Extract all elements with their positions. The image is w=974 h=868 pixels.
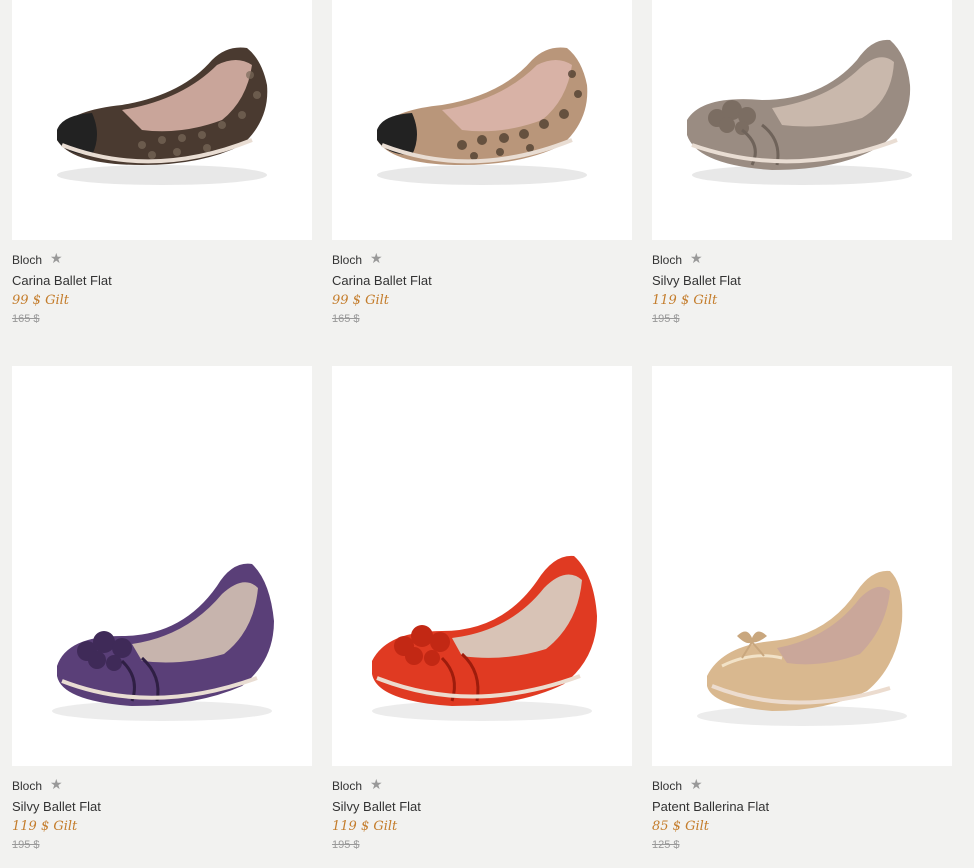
favorite-star-icon[interactable]: ★: [50, 251, 63, 265]
product-name[interactable]: Silvy Ballet Flat: [12, 798, 312, 816]
sale-price: 119 $ Gilt: [652, 293, 718, 308]
sale-price: 119 $ Gilt: [332, 819, 398, 834]
favorite-star-icon[interactable]: ★: [690, 251, 703, 265]
brand-name: Bloch: [12, 253, 43, 267]
original-price: 125 $: [652, 839, 680, 851]
product-image[interactable]: [652, 0, 952, 240]
product-card[interactable]: Bloch ★ Carina Ballet Flat 99 $ Gilt 165…: [332, 0, 632, 326]
product-name[interactable]: Carina Ballet Flat: [332, 272, 632, 290]
sale-price: 99 $ Gilt: [332, 293, 390, 308]
sale-price: 119 $ Gilt: [12, 819, 78, 834]
original-price: 165 $: [12, 313, 40, 325]
grey-suede-shoe-image: [687, 39, 912, 185]
product-name[interactable]: Patent Ballerina Flat: [652, 798, 952, 816]
product-card[interactable]: Bloch ★ Silvy Ballet Flat 119 $ Gilt 195…: [12, 366, 312, 852]
brand-name: Bloch: [332, 779, 363, 793]
original-price: 195 $: [332, 839, 360, 851]
product-card[interactable]: Bloch ★ Silvy Ballet Flat 119 $ Gilt 195…: [332, 366, 632, 852]
product-name[interactable]: Silvy Ballet Flat: [332, 798, 632, 816]
product-name[interactable]: Silvy Ballet Flat: [652, 272, 952, 290]
product-image[interactable]: [12, 366, 312, 766]
product-card[interactable]: Bloch ★ Patent Ballerina Flat 85 $ Gilt …: [652, 366, 952, 852]
brand-name: Bloch: [652, 779, 683, 793]
brand-name: Bloch: [12, 779, 43, 793]
product-card[interactable]: Bloch ★ Carina Ballet Flat 99 $ Gilt 165…: [12, 0, 312, 326]
original-price: 195 $: [652, 313, 680, 325]
product-name[interactable]: Carina Ballet Flat: [12, 272, 312, 290]
red-suede-shoe-image: [372, 555, 597, 721]
brand-name: Bloch: [332, 253, 363, 267]
product-card[interactable]: Bloch ★ Silvy Ballet Flat 119 $ Gilt 195…: [652, 0, 952, 326]
purple-suede-shoe-image: [52, 563, 274, 721]
snakeskin-shoe-image: [57, 47, 268, 185]
sale-price: 99 $ Gilt: [12, 293, 70, 308]
favorite-star-icon[interactable]: ★: [690, 777, 703, 791]
brand-name: Bloch: [652, 253, 683, 267]
product-image[interactable]: [12, 0, 312, 240]
original-price: 165 $: [332, 313, 360, 325]
favorite-star-icon[interactable]: ★: [370, 777, 383, 791]
favorite-star-icon[interactable]: ★: [370, 251, 383, 265]
original-price: 195 $: [12, 839, 40, 851]
product-image[interactable]: [332, 366, 632, 766]
sale-price: 85 $ Gilt: [652, 819, 710, 834]
favorite-star-icon[interactable]: ★: [50, 777, 63, 791]
product-image[interactable]: [652, 366, 952, 766]
nude-patent-shoe-image: [697, 570, 907, 726]
product-image[interactable]: [332, 0, 632, 240]
python-print-shoe-image: [377, 47, 588, 185]
